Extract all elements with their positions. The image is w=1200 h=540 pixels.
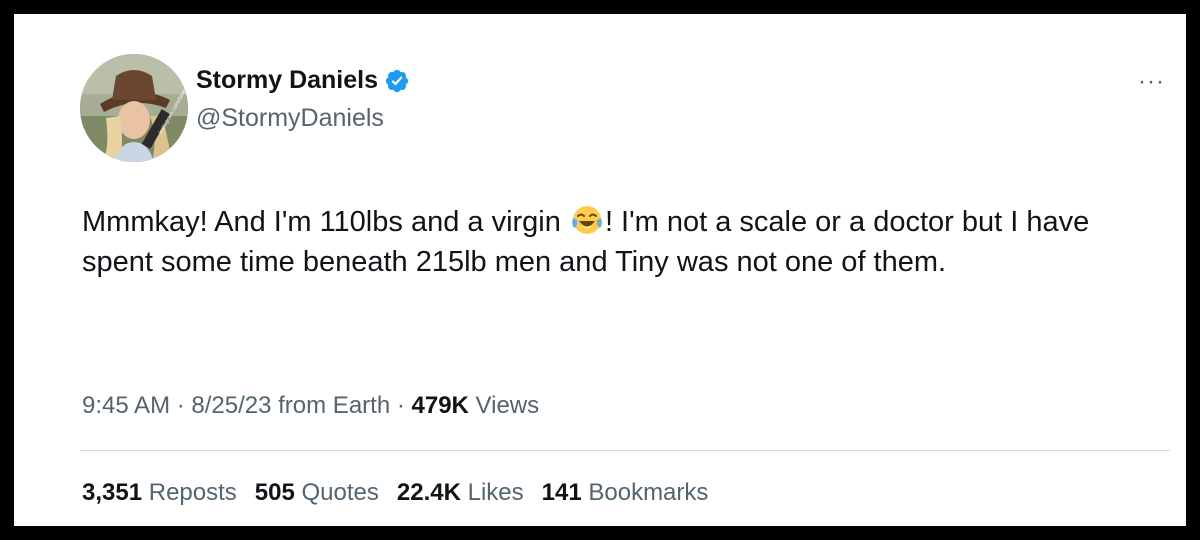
- bookmarks-stat[interactable]: 141 Bookmarks: [542, 479, 709, 507]
- divider: [80, 450, 1170, 451]
- avatar-image: instagram.com/StormyDaniels: [80, 54, 188, 162]
- reposts-stat[interactable]: 3,351 Reposts: [82, 479, 237, 507]
- tweet-source: from Earth: [271, 392, 391, 419]
- tweet-card: instagram.com/StormyDaniels Stormy Danie…: [14, 14, 1186, 526]
- tweet-date[interactable]: 8/25/23: [191, 392, 271, 419]
- quotes-stat[interactable]: 505 Quotes: [255, 479, 379, 507]
- likes-stat[interactable]: 22.4K Likes: [397, 479, 524, 507]
- tweet-time[interactable]: 9:45 AM: [82, 392, 170, 419]
- bookmarks-count: 141: [541, 479, 582, 506]
- tweet-meta: 9:45 AM · 8/25/23 from Earth · 479K View…: [82, 392, 539, 420]
- tweet-text-part1: Mmmkay! And I'm 110lbs and a virgin: [82, 206, 569, 238]
- face-with-tears-of-joy-icon: [571, 204, 603, 236]
- verified-badge-icon: [384, 68, 410, 94]
- views-count: 479K: [411, 392, 469, 419]
- reposts-count: 3,351: [82, 479, 143, 506]
- quotes-count: 505: [254, 479, 295, 506]
- reposts-label: Reposts: [148, 479, 237, 506]
- views-label: Views: [468, 392, 540, 419]
- quotes-label: Quotes: [301, 479, 379, 506]
- display-name[interactable]: Stormy Daniels: [196, 66, 378, 95]
- likes-count: 22.4K: [396, 479, 461, 506]
- handle[interactable]: @StormyDaniels: [196, 104, 384, 133]
- bookmarks-label: Bookmarks: [588, 479, 709, 506]
- meta-separator: ·: [170, 392, 192, 419]
- tweet-text: Mmmkay! And I'm 110lbs and a virgin ! I'…: [82, 202, 1162, 282]
- meta-separator: ·: [390, 392, 412, 419]
- avatar[interactable]: instagram.com/StormyDaniels: [80, 54, 188, 162]
- more-options-icon[interactable]: ···: [1138, 70, 1165, 94]
- engagement-stats: 3,351 Reposts 505 Quotes 22.4K Likes 141…: [82, 479, 726, 507]
- author-name-row: Stormy Daniels: [196, 66, 410, 95]
- likes-label: Likes: [467, 479, 524, 506]
